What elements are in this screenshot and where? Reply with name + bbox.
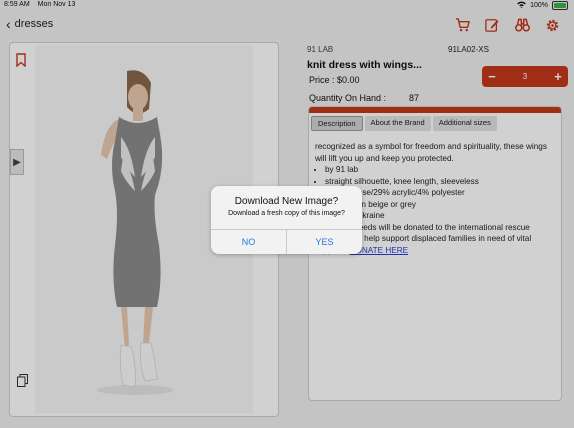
dialog-message: Download a fresh copy of this image? xyxy=(228,210,345,217)
dialog-title: Download New Image? xyxy=(234,196,339,207)
no-button[interactable]: NO xyxy=(211,230,286,254)
yes-button[interactable]: YES xyxy=(286,230,362,254)
download-image-dialog: Download New Image? Download a fresh cop… xyxy=(211,186,362,254)
